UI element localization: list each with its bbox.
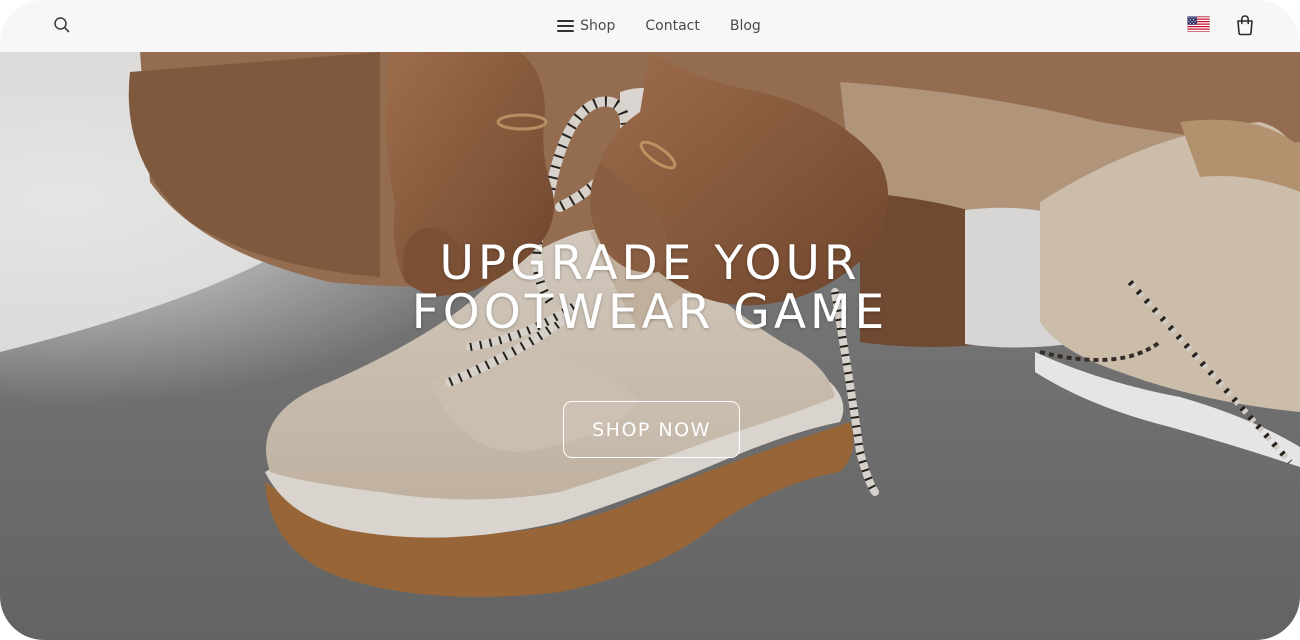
shop-now-label: SHOP NOW [592, 418, 711, 441]
hero-overlay [0, 52, 1300, 640]
nav-blog-label: Blog [729, 18, 761, 34]
shopping-bag-icon [1237, 15, 1253, 36]
hero-banner: UPGRADE YOUR FOOTWEAR GAME SHOP NOW [0, 52, 1300, 640]
shop-now-button[interactable]: SHOP NOW [563, 401, 740, 458]
nav-contact-label: Contact [645, 18, 700, 34]
cart-button[interactable] [1235, 14, 1255, 36]
country-selector[interactable] [1187, 16, 1210, 32]
hero-headline-line1: UPGRADE YOUR [439, 236, 861, 291]
search-button[interactable] [52, 15, 72, 35]
hero-headline-line2: FOOTWEAR GAME [411, 285, 889, 340]
nav-shop[interactable]: Shop [557, 18, 615, 34]
main-nav: Shop Contact Blog [0, 0, 1300, 52]
nav-blog[interactable]: Blog [730, 18, 761, 34]
site-header: Shop Contact Blog [0, 0, 1300, 52]
us-flag-icon [1187, 16, 1210, 32]
page-frame: Shop Contact Blog UPGRADE YOUR FOOTWEAR … [0, 0, 1300, 640]
hero-headline: UPGRADE YOUR FOOTWEAR GAME [0, 239, 1300, 337]
hamburger-menu-icon [557, 19, 575, 33]
search-icon [54, 17, 70, 33]
nav-shop-label: Shop [580, 18, 616, 34]
nav-contact[interactable]: Contact [645, 18, 699, 34]
